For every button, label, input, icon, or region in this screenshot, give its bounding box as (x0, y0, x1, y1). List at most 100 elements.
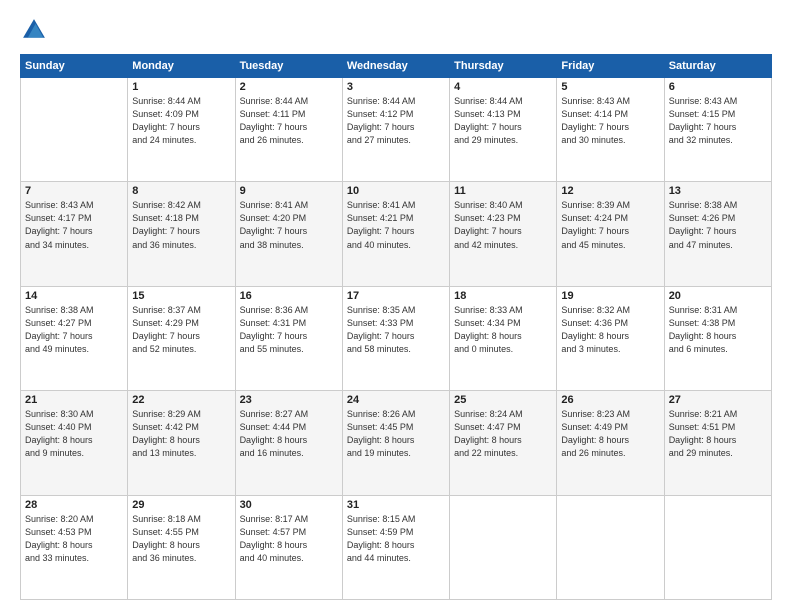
day-number: 20 (669, 290, 767, 302)
calendar-cell: 8 Sunrise: 8:42 AM Sunset: 4:18 PM Daylig… (128, 182, 235, 286)
day-info: Sunrise: 8:21 AM Sunset: 4:51 PM Dayligh… (669, 408, 767, 460)
page: SundayMondayTuesdayWednesdayThursdayFrid… (0, 0, 792, 612)
day-info: Sunrise: 8:26 AM Sunset: 4:45 PM Dayligh… (347, 408, 445, 460)
day-number: 4 (454, 81, 552, 93)
day-number: 14 (25, 290, 123, 302)
day-number: 1 (132, 81, 230, 93)
day-number: 28 (25, 499, 123, 511)
calendar-cell: 11Sunrise: 8:40 AM Sunset: 4:23 PM Dayli… (450, 182, 557, 286)
calendar-cell: 23 Sunrise: 8:27 AM Sunset: 4:44 PM Dayli… (235, 391, 342, 495)
calendar-cell: 24 Sunrise: 8:26 AM Sunset: 4:45 PM Dayli… (342, 391, 449, 495)
weekday-header-sunday: Sunday (21, 55, 128, 78)
week-row-1: 1 Sunrise: 8:44 AM Sunset: 4:09 PM Daylig… (21, 78, 772, 182)
calendar-cell: 6Sunrise: 8:43 AM Sunset: 4:15 PM Daylig… (664, 78, 771, 182)
day-info: Sunrise: 8:29 AM Sunset: 4:42 PM Dayligh… (132, 408, 230, 460)
logo-icon (20, 16, 48, 44)
day-number: 15 (132, 290, 230, 302)
week-row-3: 14 Sunrise: 8:38 AM Sunset: 4:27 PM Dayli… (21, 286, 772, 390)
calendar-cell: 3 Sunrise: 8:44 AM Sunset: 4:12 PM Daylig… (342, 78, 449, 182)
calendar-cell (450, 495, 557, 599)
day-info: Sunrise: 8:44 AM Sunset: 4:09 PM Dayligh… (132, 95, 230, 147)
calendar-cell: 19Sunrise: 8:32 AM Sunset: 4:36 PM Dayli… (557, 286, 664, 390)
calendar-cell: 20 Sunrise: 8:31 AM Sunset: 4:38 PM Dayli… (664, 286, 771, 390)
calendar-cell: 17 Sunrise: 8:35 AM Sunset: 4:33 PM Dayli… (342, 286, 449, 390)
day-number: 16 (240, 290, 338, 302)
day-number: 27 (669, 394, 767, 406)
day-number: 21 (25, 394, 123, 406)
day-number: 22 (132, 394, 230, 406)
day-number: 24 (347, 394, 445, 406)
day-number: 17 (347, 290, 445, 302)
weekday-header-saturday: Saturday (664, 55, 771, 78)
day-info: Sunrise: 8:32 AM Sunset: 4:36 PM Dayligh… (561, 304, 659, 356)
day-info: Sunrise: 8:43 AM Sunset: 4:17 PM Dayligh… (25, 199, 123, 251)
calendar-cell: 2 Sunrise: 8:44 AM Sunset: 4:11 PM Daylig… (235, 78, 342, 182)
calendar-cell: 4 Sunrise: 8:44 AM Sunset: 4:13 PM Daylig… (450, 78, 557, 182)
day-number: 26 (561, 394, 659, 406)
day-number: 12 (561, 185, 659, 197)
week-row-4: 21Sunrise: 8:30 AM Sunset: 4:40 PM Dayli… (21, 391, 772, 495)
calendar-cell (557, 495, 664, 599)
day-info: Sunrise: 8:37 AM Sunset: 4:29 PM Dayligh… (132, 304, 230, 356)
day-number: 30 (240, 499, 338, 511)
day-number: 5 (561, 81, 659, 93)
calendar-cell: 13Sunrise: 8:38 AM Sunset: 4:26 PM Dayli… (664, 182, 771, 286)
day-number: 23 (240, 394, 338, 406)
week-row-2: 7 Sunrise: 8:43 AM Sunset: 4:17 PM Daylig… (21, 182, 772, 286)
calendar-cell: 21Sunrise: 8:30 AM Sunset: 4:40 PM Dayli… (21, 391, 128, 495)
day-info: Sunrise: 8:38 AM Sunset: 4:27 PM Dayligh… (25, 304, 123, 356)
calendar-cell: 29Sunrise: 8:18 AM Sunset: 4:55 PM Dayli… (128, 495, 235, 599)
day-number: 25 (454, 394, 552, 406)
calendar-cell (21, 78, 128, 182)
calendar-cell: 5 Sunrise: 8:43 AM Sunset: 4:14 PM Daylig… (557, 78, 664, 182)
calendar-cell: 28 Sunrise: 8:20 AM Sunset: 4:53 PM Dayli… (21, 495, 128, 599)
calendar-cell: 1 Sunrise: 8:44 AM Sunset: 4:09 PM Daylig… (128, 78, 235, 182)
day-info: Sunrise: 8:40 AM Sunset: 4:23 PM Dayligh… (454, 199, 552, 251)
day-info: Sunrise: 8:41 AM Sunset: 4:20 PM Dayligh… (240, 199, 338, 251)
day-info: Sunrise: 8:41 AM Sunset: 4:21 PM Dayligh… (347, 199, 445, 251)
day-info: Sunrise: 8:20 AM Sunset: 4:53 PM Dayligh… (25, 513, 123, 565)
calendar-cell: 18Sunrise: 8:33 AM Sunset: 4:34 PM Dayli… (450, 286, 557, 390)
calendar-cell: 16 Sunrise: 8:36 AM Sunset: 4:31 PM Dayli… (235, 286, 342, 390)
weekday-header-wednesday: Wednesday (342, 55, 449, 78)
weekday-header-tuesday: Tuesday (235, 55, 342, 78)
day-info: Sunrise: 8:38 AM Sunset: 4:26 PM Dayligh… (669, 199, 767, 251)
calendar-cell: 30 Sunrise: 8:17 AM Sunset: 4:57 PM Dayli… (235, 495, 342, 599)
day-number: 29 (132, 499, 230, 511)
calendar-cell: 14 Sunrise: 8:38 AM Sunset: 4:27 PM Dayli… (21, 286, 128, 390)
day-info: Sunrise: 8:44 AM Sunset: 4:11 PM Dayligh… (240, 95, 338, 147)
day-info: Sunrise: 8:24 AM Sunset: 4:47 PM Dayligh… (454, 408, 552, 460)
calendar-cell: 10 Sunrise: 8:41 AM Sunset: 4:21 PM Dayli… (342, 182, 449, 286)
day-number: 8 (132, 185, 230, 197)
calendar-cell: 26 Sunrise: 8:23 AM Sunset: 4:49 PM Dayli… (557, 391, 664, 495)
day-info: Sunrise: 8:42 AM Sunset: 4:18 PM Dayligh… (132, 199, 230, 251)
weekday-header-friday: Friday (557, 55, 664, 78)
day-number: 18 (454, 290, 552, 302)
day-info: Sunrise: 8:44 AM Sunset: 4:13 PM Dayligh… (454, 95, 552, 147)
calendar-cell: 15 Sunrise: 8:37 AM Sunset: 4:29 PM Dayli… (128, 286, 235, 390)
day-info: Sunrise: 8:43 AM Sunset: 4:15 PM Dayligh… (669, 95, 767, 147)
day-number: 10 (347, 185, 445, 197)
week-row-5: 28 Sunrise: 8:20 AM Sunset: 4:53 PM Dayli… (21, 495, 772, 599)
day-info: Sunrise: 8:23 AM Sunset: 4:49 PM Dayligh… (561, 408, 659, 460)
day-number: 3 (347, 81, 445, 93)
calendar-cell: 27 Sunrise: 8:21 AM Sunset: 4:51 PM Dayli… (664, 391, 771, 495)
calendar-table: SundayMondayTuesdayWednesdayThursdayFrid… (20, 54, 772, 600)
day-info: Sunrise: 8:36 AM Sunset: 4:31 PM Dayligh… (240, 304, 338, 356)
calendar-cell: 12 Sunrise: 8:39 AM Sunset: 4:24 PM Dayli… (557, 182, 664, 286)
day-info: Sunrise: 8:44 AM Sunset: 4:12 PM Dayligh… (347, 95, 445, 147)
calendar-cell: 7 Sunrise: 8:43 AM Sunset: 4:17 PM Daylig… (21, 182, 128, 286)
day-number: 2 (240, 81, 338, 93)
day-info: Sunrise: 8:27 AM Sunset: 4:44 PM Dayligh… (240, 408, 338, 460)
day-info: Sunrise: 8:35 AM Sunset: 4:33 PM Dayligh… (347, 304, 445, 356)
day-number: 31 (347, 499, 445, 511)
weekday-header-monday: Monday (128, 55, 235, 78)
day-info: Sunrise: 8:43 AM Sunset: 4:14 PM Dayligh… (561, 95, 659, 147)
day-info: Sunrise: 8:17 AM Sunset: 4:57 PM Dayligh… (240, 513, 338, 565)
day-info: Sunrise: 8:31 AM Sunset: 4:38 PM Dayligh… (669, 304, 767, 356)
day-number: 7 (25, 185, 123, 197)
day-info: Sunrise: 8:39 AM Sunset: 4:24 PM Dayligh… (561, 199, 659, 251)
calendar-cell: 25 Sunrise: 8:24 AM Sunset: 4:47 PM Dayli… (450, 391, 557, 495)
calendar-cell (664, 495, 771, 599)
day-info: Sunrise: 8:15 AM Sunset: 4:59 PM Dayligh… (347, 513, 445, 565)
